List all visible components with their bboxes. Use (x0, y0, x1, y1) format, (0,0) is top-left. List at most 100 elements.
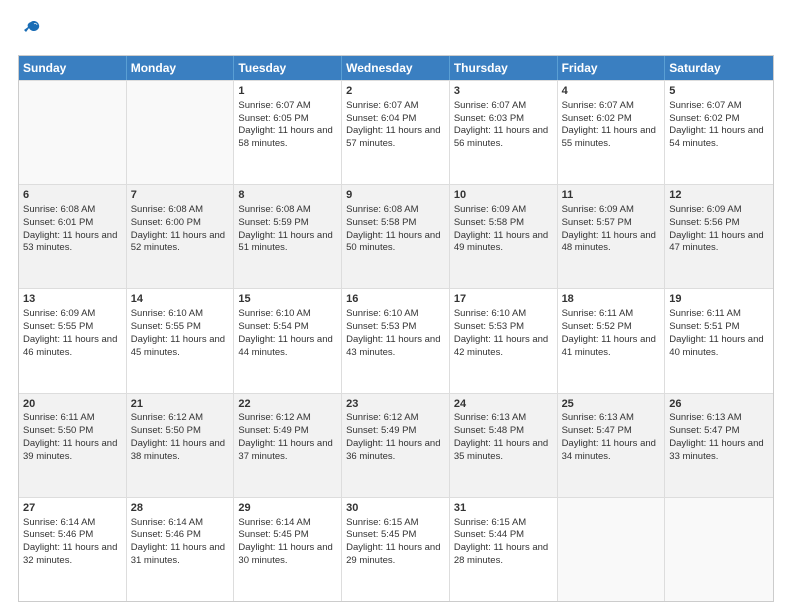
day-number: 8 (238, 188, 337, 203)
calendar-cell: 10Sunrise: 6:09 AMSunset: 5:58 PMDayligh… (450, 185, 558, 288)
sunrise-text: Sunrise: 6:10 AM (454, 308, 526, 319)
sunrise-text: Sunrise: 6:15 AM (346, 517, 418, 528)
daylight-text: Daylight: 11 hours and 47 minutes. (669, 230, 763, 254)
sunset-text: Sunset: 5:50 PM (23, 425, 93, 436)
daylight-text: Daylight: 11 hours and 54 minutes. (669, 125, 763, 149)
calendar-cell: 26Sunrise: 6:13 AMSunset: 5:47 PMDayligh… (665, 394, 773, 497)
day-number: 13 (23, 292, 122, 307)
daylight-text: Daylight: 11 hours and 48 minutes. (562, 230, 656, 254)
calendar-cell: 15Sunrise: 6:10 AMSunset: 5:54 PMDayligh… (234, 289, 342, 392)
day-number: 28 (131, 501, 230, 516)
daylight-text: Daylight: 11 hours and 44 minutes. (238, 334, 332, 358)
sunrise-text: Sunrise: 6:10 AM (131, 308, 203, 319)
day-number: 17 (454, 292, 553, 307)
daylight-text: Daylight: 11 hours and 30 minutes. (238, 542, 332, 566)
sunset-text: Sunset: 5:55 PM (23, 321, 93, 332)
daylight-text: Daylight: 11 hours and 43 minutes. (346, 334, 440, 358)
daylight-text: Daylight: 11 hours and 33 minutes. (669, 438, 763, 462)
sunset-text: Sunset: 5:58 PM (454, 217, 524, 228)
calendar-cell: 9Sunrise: 6:08 AMSunset: 5:58 PMDaylight… (342, 185, 450, 288)
day-number: 12 (669, 188, 769, 203)
sunset-text: Sunset: 5:50 PM (131, 425, 201, 436)
calendar-row: 27Sunrise: 6:14 AMSunset: 5:46 PMDayligh… (19, 497, 773, 601)
calendar-header-cell: Wednesday (342, 56, 450, 80)
daylight-text: Daylight: 11 hours and 29 minutes. (346, 542, 440, 566)
calendar-header-cell: Sunday (19, 56, 127, 80)
calendar-cell: 6Sunrise: 6:08 AMSunset: 6:01 PMDaylight… (19, 185, 127, 288)
sunset-text: Sunset: 5:49 PM (346, 425, 416, 436)
sunrise-text: Sunrise: 6:08 AM (346, 204, 418, 215)
daylight-text: Daylight: 11 hours and 36 minutes. (346, 438, 440, 462)
daylight-text: Daylight: 11 hours and 53 minutes. (23, 230, 117, 254)
calendar-cell: 23Sunrise: 6:12 AMSunset: 5:49 PMDayligh… (342, 394, 450, 497)
calendar-cell: 11Sunrise: 6:09 AMSunset: 5:57 PMDayligh… (558, 185, 666, 288)
sunrise-text: Sunrise: 6:12 AM (238, 412, 310, 423)
calendar-header-cell: Saturday (665, 56, 773, 80)
calendar-header: SundayMondayTuesdayWednesdayThursdayFrid… (19, 56, 773, 80)
day-number: 6 (23, 188, 122, 203)
sunset-text: Sunset: 5:52 PM (562, 321, 632, 332)
calendar-cell: 21Sunrise: 6:12 AMSunset: 5:50 PMDayligh… (127, 394, 235, 497)
sunrise-text: Sunrise: 6:11 AM (23, 412, 95, 423)
page: SundayMondayTuesdayWednesdayThursdayFrid… (0, 0, 792, 612)
day-number: 7 (131, 188, 230, 203)
sunset-text: Sunset: 6:00 PM (131, 217, 201, 228)
daylight-text: Daylight: 11 hours and 52 minutes. (131, 230, 225, 254)
sunrise-text: Sunrise: 6:07 AM (562, 100, 634, 111)
day-number: 3 (454, 84, 553, 99)
calendar-cell: 31Sunrise: 6:15 AMSunset: 5:44 PMDayligh… (450, 498, 558, 601)
day-number: 29 (238, 501, 337, 516)
day-number: 25 (562, 397, 661, 412)
sunrise-text: Sunrise: 6:07 AM (346, 100, 418, 111)
sunset-text: Sunset: 5:53 PM (346, 321, 416, 332)
calendar-header-cell: Monday (127, 56, 235, 80)
day-number: 2 (346, 84, 445, 99)
calendar-cell: 14Sunrise: 6:10 AMSunset: 5:55 PMDayligh… (127, 289, 235, 392)
day-number: 11 (562, 188, 661, 203)
calendar-cell (127, 81, 235, 184)
daylight-text: Daylight: 11 hours and 37 minutes. (238, 438, 332, 462)
sunrise-text: Sunrise: 6:07 AM (238, 100, 310, 111)
sunset-text: Sunset: 5:55 PM (131, 321, 201, 332)
calendar-cell (558, 498, 666, 601)
sunset-text: Sunset: 6:04 PM (346, 113, 416, 124)
calendar-header-cell: Thursday (450, 56, 558, 80)
sunset-text: Sunset: 5:44 PM (454, 529, 524, 540)
daylight-text: Daylight: 11 hours and 38 minutes. (131, 438, 225, 462)
day-number: 31 (454, 501, 553, 516)
sunrise-text: Sunrise: 6:09 AM (454, 204, 526, 215)
daylight-text: Daylight: 11 hours and 41 minutes. (562, 334, 656, 358)
calendar-body: 1Sunrise: 6:07 AMSunset: 6:05 PMDaylight… (19, 80, 773, 601)
calendar-row: 1Sunrise: 6:07 AMSunset: 6:05 PMDaylight… (19, 80, 773, 184)
sunrise-text: Sunrise: 6:09 AM (23, 308, 95, 319)
day-number: 20 (23, 397, 122, 412)
calendar-cell: 27Sunrise: 6:14 AMSunset: 5:46 PMDayligh… (19, 498, 127, 601)
sunrise-text: Sunrise: 6:07 AM (669, 100, 741, 111)
sunset-text: Sunset: 5:56 PM (669, 217, 739, 228)
sunrise-text: Sunrise: 6:11 AM (669, 308, 741, 319)
day-number: 1 (238, 84, 337, 99)
calendar-cell: 17Sunrise: 6:10 AMSunset: 5:53 PMDayligh… (450, 289, 558, 392)
sunrise-text: Sunrise: 6:12 AM (346, 412, 418, 423)
sunset-text: Sunset: 5:57 PM (562, 217, 632, 228)
day-number: 4 (562, 84, 661, 99)
sunset-text: Sunset: 6:01 PM (23, 217, 93, 228)
calendar-cell: 28Sunrise: 6:14 AMSunset: 5:46 PMDayligh… (127, 498, 235, 601)
daylight-text: Daylight: 11 hours and 55 minutes. (562, 125, 656, 149)
day-number: 14 (131, 292, 230, 307)
daylight-text: Daylight: 11 hours and 58 minutes. (238, 125, 332, 149)
calendar-cell: 16Sunrise: 6:10 AMSunset: 5:53 PMDayligh… (342, 289, 450, 392)
calendar-cell: 2Sunrise: 6:07 AMSunset: 6:04 PMDaylight… (342, 81, 450, 184)
calendar-cell: 18Sunrise: 6:11 AMSunset: 5:52 PMDayligh… (558, 289, 666, 392)
calendar-cell: 25Sunrise: 6:13 AMSunset: 5:47 PMDayligh… (558, 394, 666, 497)
calendar-cell: 22Sunrise: 6:12 AMSunset: 5:49 PMDayligh… (234, 394, 342, 497)
calendar-cell: 1Sunrise: 6:07 AMSunset: 6:05 PMDaylight… (234, 81, 342, 184)
sunrise-text: Sunrise: 6:12 AM (131, 412, 203, 423)
sunrise-text: Sunrise: 6:14 AM (131, 517, 203, 528)
daylight-text: Daylight: 11 hours and 32 minutes. (23, 542, 117, 566)
calendar-cell: 29Sunrise: 6:14 AMSunset: 5:45 PMDayligh… (234, 498, 342, 601)
sunrise-text: Sunrise: 6:13 AM (669, 412, 741, 423)
sunset-text: Sunset: 6:02 PM (562, 113, 632, 124)
sunrise-text: Sunrise: 6:10 AM (346, 308, 418, 319)
sunset-text: Sunset: 5:46 PM (23, 529, 93, 540)
